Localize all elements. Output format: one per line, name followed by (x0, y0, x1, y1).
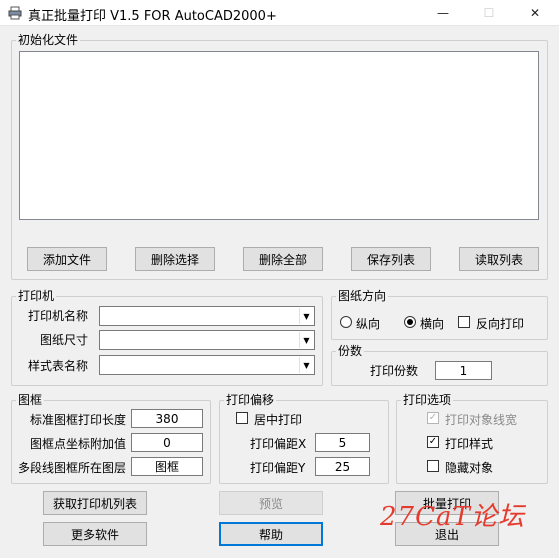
style-table-select[interactable]: ▼ (99, 355, 315, 375)
close-button[interactable]: ✕ (512, 0, 558, 26)
frame-coord-input[interactable]: 0 (131, 433, 203, 452)
file-listbox[interactable] (19, 51, 539, 220)
print-style-label: 打印样式 (445, 437, 494, 451)
minimize-icon: — (437, 6, 449, 20)
chevron-down-icon: ▼ (299, 308, 313, 324)
copies-input[interactable]: 1 (435, 361, 492, 380)
maximize-icon: ☐ (483, 6, 495, 20)
save-list-button[interactable]: 保存列表 (351, 247, 431, 271)
center-print-label: 居中打印 (254, 413, 303, 427)
delete-selected-button[interactable]: 删除选择 (135, 247, 215, 271)
hidden-objects-checkbox[interactable] (427, 460, 439, 472)
more-software-button[interactable]: 更多软件 (43, 522, 147, 546)
close-icon: ✕ (529, 6, 541, 20)
hidden-objects-label: 隐藏对象 (445, 461, 494, 475)
preview-button: 预览 (219, 491, 323, 515)
get-printers-button[interactable]: 获取打印机列表 (43, 491, 147, 515)
offset-y-label: 打印偏距Y (250, 461, 306, 475)
paper-size-label: 图纸尺寸 (39, 333, 88, 347)
offset-x-label: 打印偏距X (250, 437, 307, 451)
init-file-legend: 初始化文件 (18, 33, 79, 47)
add-file-button[interactable]: 添加文件 (27, 247, 107, 271)
print-style-checkbox[interactable]: ✓ (427, 436, 439, 448)
orientation-legend: 图纸方向 (338, 289, 387, 303)
center-print-checkbox[interactable] (236, 412, 248, 424)
offset-legend: 打印偏移 (226, 393, 275, 407)
offset-x-input[interactable]: 5 (315, 433, 370, 452)
load-list-button[interactable]: 读取列表 (459, 247, 539, 271)
check-icon: ✓ (428, 412, 438, 423)
portrait-label: 纵向 (356, 317, 381, 331)
style-table-label: 样式表名称 (27, 359, 88, 373)
printer-icon (8, 6, 22, 20)
window-title: 真正批量打印 V1.5 FOR AutoCAD2000+ (28, 9, 277, 24)
watermark-logo: 27CaT论坛 (380, 502, 525, 532)
maximize-button: ☐ (466, 0, 512, 26)
frame-legend: 图框 (18, 393, 43, 407)
landscape-label: 横向 (420, 317, 445, 331)
copies-label: 打印份数 (370, 364, 419, 378)
frame-coord-label: 图框点坐标附加值 (29, 437, 126, 451)
frame-layer-input[interactable]: 图框 (131, 457, 203, 476)
frame-layer-label: 多段线图框所在图层 (17, 461, 126, 475)
copies-legend: 份数 (338, 344, 363, 358)
reverse-print-checkbox[interactable] (458, 316, 470, 328)
frame-length-input[interactable]: 380 (131, 409, 203, 428)
help-button[interactable]: 帮助 (219, 522, 323, 546)
minimize-button[interactable]: — (420, 0, 466, 26)
paper-size-select[interactable]: ▼ (99, 330, 315, 350)
title-bar: 真正批量打印 V1.5 FOR AutoCAD2000+ — ☐ ✕ (0, 0, 559, 26)
print-options-legend: 打印选项 (403, 393, 452, 407)
delete-all-button[interactable]: 删除全部 (243, 247, 323, 271)
chevron-down-icon: ▼ (299, 357, 313, 373)
frame-length-label: 标准图框打印长度 (29, 413, 126, 427)
offset-y-input[interactable]: 25 (315, 457, 370, 476)
portrait-radio[interactable] (340, 316, 352, 328)
check-icon: ✓ (428, 436, 438, 447)
landscape-radio[interactable] (404, 316, 416, 328)
printer-name-label: 打印机名称 (27, 309, 88, 323)
reverse-print-label: 反向打印 (476, 317, 525, 331)
lineweight-checkbox: ✓ (427, 412, 439, 424)
printer-name-select[interactable]: ▼ (99, 306, 315, 326)
lineweight-label: 打印对象线宽 (445, 413, 518, 427)
printer-legend: 打印机 (18, 289, 55, 303)
chevron-down-icon: ▼ (299, 332, 313, 348)
